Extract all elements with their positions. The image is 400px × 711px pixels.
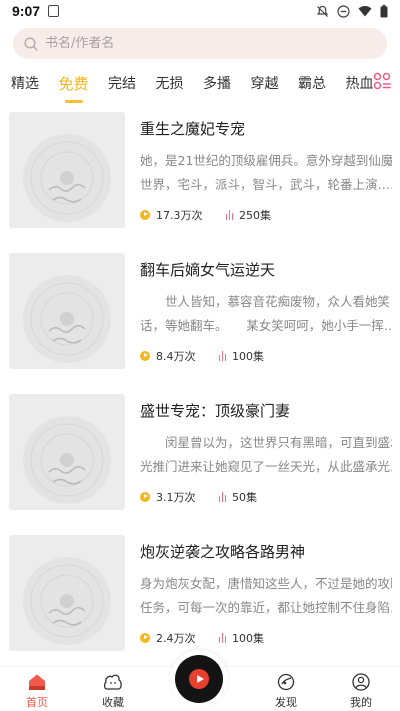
nav-me-label: 我的 <box>350 696 372 709</box>
tab-lossless[interactable]: 无损 <box>156 73 184 93</box>
search-input[interactable] <box>45 36 345 51</box>
book-item[interactable]: 盛世专宠：顶级豪门妻 闵星曾以为，这世界只有黑暗，可直到盛承 光推门进来让她窥见… <box>0 392 400 533</box>
book-description-line: 身为炮灰女配，唐惜知这些人，不过是她的攻略 <box>140 576 392 591</box>
book-meta: 3.1万次 50集 <box>140 489 257 505</box>
category-menu-icon[interactable] <box>373 72 391 90</box>
book-description-line: 话，等她翻车。 某女笑呵呵，她小手一挥… <box>140 318 392 333</box>
nav-home-label: 首页 <box>26 696 48 709</box>
book-meta: 17.3万次 250集 <box>140 207 271 223</box>
book-description-line: 光推门进来让她窥见了一丝天光，从此盛承光… <box>140 459 392 474</box>
tab-completed[interactable]: 完结 <box>108 73 136 93</box>
episode-count: 50集 <box>232 491 257 504</box>
nav-favorites[interactable]: 收藏 <box>88 673 138 710</box>
play-count: 17.3万次 <box>156 209 203 222</box>
search-bar[interactable] <box>13 28 387 59</box>
profile-icon <box>352 673 370 691</box>
book-title: 重生之魔妃专宠 <box>140 120 246 138</box>
book-cover <box>9 253 125 369</box>
book-item[interactable]: 翻车后嫡女气运逆天 世人皆知，慕容音花痴废物，众人看她笑 话，等她翻车。 某女笑… <box>0 251 400 392</box>
book-description: 身为炮灰女配，唐惜知这些人，不过是她的攻略 任务，可每一次的靠近，都让她控制不住… <box>140 572 392 620</box>
nav-home[interactable]: 首页 <box>12 673 62 710</box>
wifi-icon <box>358 6 372 17</box>
tab-time-travel[interactable]: 穿越 <box>251 73 279 93</box>
play-count-icon <box>140 633 150 643</box>
tab-hot-blood[interactable]: 热血 <box>346 73 374 93</box>
favorites-icon <box>103 674 122 690</box>
book-description-line: 她，是21世纪的顶级雇佣兵。意外穿越到仙魔 <box>140 153 392 168</box>
play-count: 3.1万次 <box>156 491 196 504</box>
nav-me[interactable]: 我的 <box>336 673 386 710</box>
book-meta: 8.4万次 100集 <box>140 348 264 364</box>
minus-circle-icon <box>337 4 350 18</box>
status-bar: 9:07 <box>0 0 400 22</box>
book-description: 闵星曾以为，这世界只有黑暗，可直到盛承 光推门进来让她窥见了一丝天光，从此盛承光… <box>140 431 392 479</box>
status-time: 9:07 <box>12 3 41 19</box>
play-count-icon <box>140 210 150 220</box>
category-tabs: 精选 免费 完结 无损 多播 穿越 霸总 热血 <box>0 68 400 98</box>
episodes-icon <box>218 492 226 502</box>
play-count-icon <box>140 492 150 502</box>
tab-multicast[interactable]: 多播 <box>203 73 231 93</box>
episodes-icon <box>225 210 233 220</box>
book-item[interactable]: 重生之魔妃专宠 她，是21世纪的顶级雇佣兵。意外穿越到仙魔 世界，宅斗，派斗，智… <box>0 110 400 251</box>
episode-count: 100集 <box>232 632 264 645</box>
player-icon <box>175 655 223 703</box>
book-description: 她，是21世纪的顶级雇佣兵。意外穿越到仙魔 世界，宅斗，派斗，智斗，武斗，轮番上… <box>140 149 392 197</box>
book-description-line: 闵星曾以为，这世界只有黑暗，可直到盛承 <box>140 435 392 450</box>
book-description: 世人皆知，慕容音花痴废物，众人看她笑 话，等她翻车。 某女笑呵呵，她小手一挥… <box>140 290 392 338</box>
book-title: 翻车后嫡女气运逆天 <box>140 261 276 279</box>
episodes-icon <box>218 633 226 643</box>
nav-discover-label: 发现 <box>275 696 297 709</box>
battery-icon <box>380 4 388 17</box>
play-icon <box>189 669 209 689</box>
episode-count: 250集 <box>239 209 271 222</box>
nav-discover[interactable]: 发现 <box>261 673 311 710</box>
book-cover <box>9 112 125 228</box>
play-count: 8.4万次 <box>156 350 196 363</box>
status-icons <box>316 4 388 18</box>
book-description-line: 世界，宅斗，派斗，智斗，武斗，轮番上演…… … <box>140 177 392 192</box>
home-icon <box>29 674 45 690</box>
book-title: 炮灰逆袭之攻略各路男神 <box>140 543 306 561</box>
tab-free[interactable]: 免费 <box>59 73 89 94</box>
episode-count: 100集 <box>232 350 264 363</box>
book-description-line: 世人皆知，慕容音花痴废物，众人看她笑 <box>140 294 391 309</box>
tab-ceo[interactable]: 霸总 <box>298 73 326 93</box>
book-cover <box>9 535 125 651</box>
book-list: 重生之魔妃专宠 她，是21世纪的顶级雇佣兵。意外穿越到仙魔 世界，宅斗，派斗，智… <box>0 110 400 674</box>
book-cover <box>9 394 125 510</box>
discover-icon <box>277 673 295 691</box>
book-meta: 2.4万次 100集 <box>140 630 264 646</box>
mute-icon <box>316 5 329 17</box>
play-count-icon <box>140 351 150 361</box>
tab-jingxuan[interactable]: 精选 <box>11 73 39 93</box>
nav-favorites-label: 收藏 <box>102 696 124 709</box>
notification-icon <box>48 5 60 17</box>
play-count: 2.4万次 <box>156 632 196 645</box>
book-title: 盛世专宠：顶级豪门妻 <box>140 402 291 420</box>
search-icon <box>24 36 38 51</box>
player-button[interactable] <box>170 650 228 708</box>
book-description-line: 任务，可每一次的靠近，都让她控制不住身陷… <box>140 600 392 615</box>
episodes-icon <box>218 351 226 361</box>
